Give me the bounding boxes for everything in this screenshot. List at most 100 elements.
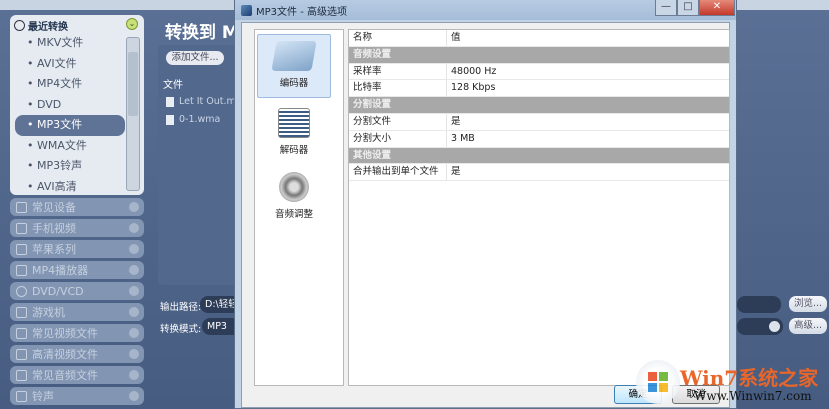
category-label: 手机视频 [32, 222, 76, 235]
file-name: 0-1.wma [179, 114, 221, 125]
property-value[interactable]: 128 Kbps [447, 80, 729, 96]
mode-label: 转换模式: [160, 324, 202, 335]
recent-scrollbar[interactable] [126, 37, 140, 191]
encoder-icon [271, 41, 317, 71]
recent-header[interactable]: 最近转换 [10, 17, 144, 33]
recent-conversions-panel: 最近转换 ⌄ • MKV文件 • AVI文件 • MP4文件 • DVD • M… [10, 15, 144, 195]
tool-label: 音频调整 [274, 209, 313, 220]
music-icon [16, 369, 27, 381]
category-audio[interactable]: 常见音频文件 [10, 366, 144, 384]
property-row[interactable]: 分割大小 3 MB [349, 130, 729, 148]
arrow-icon [129, 328, 139, 338]
tool-decoder[interactable]: 解码器 [257, 102, 331, 166]
property-value[interactable]: 是 [447, 114, 729, 130]
category-devices[interactable]: 常见设备 [10, 198, 144, 216]
advanced-button[interactable]: 高级... [789, 318, 827, 334]
add-file-button[interactable]: 添加文件... [166, 51, 224, 65]
arrow-icon [129, 307, 139, 317]
tool-label: 解码器 [279, 145, 309, 156]
category-hd-video[interactable]: 高清视频文件 [10, 345, 144, 363]
recent-item[interactable]: • WMA文件 [15, 136, 125, 157]
recent-item[interactable]: • MKV文件 [15, 33, 125, 54]
cancel-button[interactable]: 取消 [672, 385, 720, 404]
recent-item[interactable]: • DVD [15, 95, 125, 116]
category-label: 常见音频文件 [32, 369, 98, 382]
device-icon [16, 201, 27, 213]
section-row: 其他设置 [349, 147, 729, 165]
audio-file-icon [166, 114, 174, 125]
arrow-icon [129, 286, 139, 296]
minimize-button[interactable]: — [655, 0, 677, 16]
section-label: 分割设置 [353, 99, 392, 111]
arrow-icon [129, 370, 139, 380]
recent-item[interactable]: • AVI高清 [15, 177, 125, 198]
column-value: 值 [451, 32, 461, 43]
section-row: 分割设置 [349, 97, 729, 114]
category-ringtone[interactable]: 铃声 [10, 387, 144, 405]
recent-item-selected[interactable]: • MP3文件 [15, 115, 125, 136]
phone-icon [16, 222, 27, 234]
tool-list: 编码器 解码器 音频调整 [254, 29, 344, 386]
category-mp4-player[interactable]: MP4播放器 [10, 261, 144, 279]
property-value[interactable]: 3 MB [447, 131, 729, 147]
file-item[interactable]: 0-1.wma [166, 114, 220, 125]
ringtone-icon [16, 390, 27, 402]
hd-icon [16, 348, 27, 360]
recent-item-label: MP3铃声 [37, 159, 83, 172]
category-dvd[interactable]: DVD/VCD [10, 282, 144, 300]
property-row[interactable]: 合并输出到单个文件是 [349, 164, 729, 182]
disc-icon [16, 285, 27, 297]
recent-item-label: AVI高清 [37, 179, 77, 193]
dialog-title: MP3文件 - 高级选项 [256, 6, 347, 18]
category-apple[interactable]: 苹果系列 [10, 240, 144, 258]
player-icon [16, 264, 27, 276]
category-label: 常见视频文件 [32, 327, 98, 340]
file-icon [166, 96, 174, 107]
property-row[interactable]: 分割文件是 [349, 113, 729, 131]
property-row[interactable]: 采样率 48000 Hz [349, 63, 729, 81]
section-label: 其他设置 [353, 149, 392, 161]
arrow-icon [129, 391, 139, 401]
close-button[interactable]: ✕ [699, 0, 735, 16]
tool-label: 编码器 [279, 78, 309, 89]
mode-select-right[interactable] [737, 318, 783, 335]
film-icon [16, 327, 27, 339]
arrow-icon [129, 265, 139, 275]
category-label: DVD/VCD [32, 284, 84, 298]
recent-item[interactable]: • AVI文件 [15, 54, 125, 75]
output-path-input-right[interactable] [737, 296, 781, 313]
category-game[interactable]: 游戏机 [10, 303, 144, 321]
recent-item[interactable]: • MP3铃声 [15, 156, 125, 177]
arrow-icon [129, 244, 139, 254]
properties-grid: 名称值 音频设置 采样率 48000 Hz 比特率 128 Kbps 分割设置 分割… [348, 29, 730, 386]
property-row[interactable]: 比特率 128 Kbps [349, 80, 729, 98]
property-value[interactable]: 是 [447, 164, 729, 180]
dropdown-icon[interactable] [769, 321, 780, 332]
category-label: MP4播放器 [32, 264, 89, 277]
decoder-icon [278, 108, 310, 138]
category-video[interactable]: 常见视频文件 [10, 324, 144, 342]
recent-item-label: MKV文件 [37, 36, 84, 49]
category-label: 高清视频文件 [32, 348, 98, 361]
column-name: 名称 [349, 30, 447, 46]
browse-button[interactable]: 浏览... [789, 296, 827, 312]
section-row: 音频设置 [349, 46, 729, 64]
category-label: 铃声 [32, 390, 54, 403]
recent-item-label: MP4文件 [37, 77, 83, 90]
recent-item[interactable]: • MP4文件 [15, 74, 125, 95]
tool-encoder[interactable]: 编码器 [257, 34, 331, 98]
property-value[interactable]: 48000 Hz [447, 64, 729, 80]
ok-button[interactable]: 确定 [614, 385, 662, 404]
speaker-icon [279, 172, 309, 202]
collapse-chevron-icon[interactable]: ⌄ [126, 18, 138, 30]
scrollbar-thumb[interactable] [128, 52, 138, 116]
recent-item-label: WMA文件 [37, 138, 87, 152]
clock-icon [14, 19, 25, 31]
app-icon [241, 4, 252, 16]
tool-audio-adjust[interactable]: 音频调整 [257, 166, 331, 230]
maximize-button[interactable]: □ [677, 0, 699, 16]
property-name: 分割大小 [349, 130, 447, 147]
gamepad-icon [16, 306, 27, 318]
category-phone[interactable]: 手机视频 [10, 219, 144, 237]
recent-item-label: DVD [37, 97, 62, 111]
